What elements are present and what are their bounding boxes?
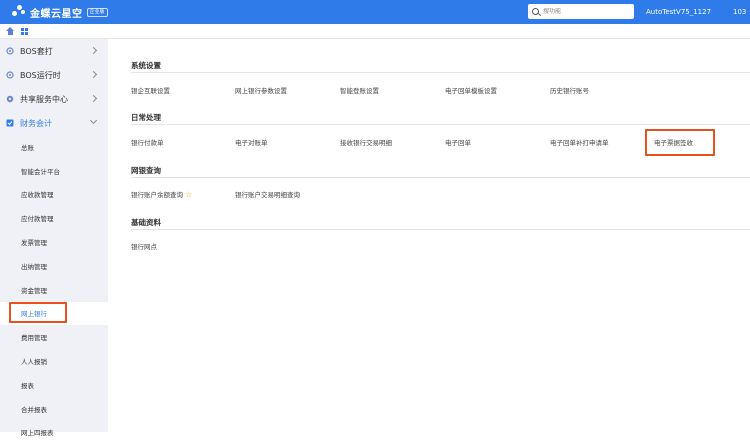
link-account-balance-query[interactable]: 银行账户余额查询 ☆ xyxy=(131,189,192,199)
search-box[interactable] xyxy=(528,4,634,19)
sidebar-item-funds[interactable]: 资金管理 xyxy=(0,278,108,302)
link-electronic-statement[interactable]: 电子对账单 xyxy=(235,137,268,147)
sidebar-item-smart-accounting[interactable]: 智能会计平台 xyxy=(0,159,108,183)
link-label: 银行账户余额查询 xyxy=(131,191,183,199)
highlight-box-e-bill-signing xyxy=(645,129,715,156)
sidebar-item-label: 费用管理 xyxy=(21,334,47,343)
chevron-right-icon xyxy=(89,70,98,79)
sidebar-item-label: 应收款管理 xyxy=(21,191,54,200)
sidebar-group-finance[interactable]: 财务会计 xyxy=(0,111,108,135)
edition-badge: 企业版 xyxy=(86,7,108,17)
sidebar-group-bos-print[interactable]: BOS套打 xyxy=(0,39,108,63)
username[interactable]: AutoTestV75_1127 xyxy=(646,0,711,24)
gear-icon xyxy=(6,71,14,79)
divider xyxy=(131,177,750,178)
chevron-down-icon xyxy=(89,116,98,125)
sidebar-item-reports[interactable]: 报表 xyxy=(0,373,108,397)
section-title-online-query: 网银查询 xyxy=(131,166,161,175)
link-bank-branch[interactable]: 银行网点 xyxy=(131,241,157,251)
sidebar-item-label: 资金管理 xyxy=(21,286,47,295)
chevron-right-icon xyxy=(89,94,98,103)
sidebar-item-label: 应付款管理 xyxy=(21,215,54,224)
home-icon[interactable] xyxy=(6,27,15,35)
link-receipt-reprint-request[interactable]: 电子回单补打申请单 xyxy=(550,137,609,147)
sidebar-group-label: 财务会计 xyxy=(20,118,52,128)
sidebar: BOS套打 BOS运行时 共享服务中心 财务会计 总账 智能会计平台 应收款管理… xyxy=(0,39,108,437)
sidebar-item-receivables[interactable]: 应收款管理 xyxy=(0,183,108,207)
sidebar-item-label: 报表 xyxy=(21,381,34,390)
section-title-basic-data: 基础资料 xyxy=(131,218,161,227)
sidebar-group-bos-runtime[interactable]: BOS运行时 xyxy=(0,63,108,87)
sidebar-item-cashier[interactable]: 出纳管理 xyxy=(0,254,108,278)
link-receive-bank-details[interactable]: 接收银行交易明细 xyxy=(340,137,392,147)
divider xyxy=(131,229,750,230)
sidebar-item-label: 网上四报表 xyxy=(21,429,54,438)
sidebar-item-invoice[interactable]: 发票管理 xyxy=(0,230,108,254)
tab-bar xyxy=(0,24,750,39)
finance-icon xyxy=(6,119,14,127)
link-online-bank-params[interactable]: 网上银行参数设置 xyxy=(235,85,287,95)
sidebar-group-label: BOS套打 xyxy=(20,46,53,56)
link-history-bank-account[interactable]: 历史银行账号 xyxy=(550,85,589,95)
link-electronic-receipt[interactable]: 电子回单 xyxy=(445,137,471,147)
sidebar-group-label: 共享服务中心 xyxy=(20,94,68,104)
link-bank-enterprise-settings[interactable]: 银企互联设置 xyxy=(131,85,170,95)
sidebar-item-label: 总账 xyxy=(21,143,34,152)
sidebar-item-more-reports[interactable]: 网上四报表 xyxy=(0,421,108,444)
divider xyxy=(131,72,750,73)
sidebar-item-payables[interactable]: 应付款管理 xyxy=(0,206,108,230)
share-icon xyxy=(6,95,14,103)
sidebar-item-label: 合并报表 xyxy=(21,405,47,414)
grid-icon[interactable] xyxy=(21,27,28,35)
main-content: 系统设置 银企互联设置 网上银行参数设置 智能登账设置 电子回单模板设置 历史银… xyxy=(108,39,750,432)
logo-text: 金蝶云星空 xyxy=(30,8,83,20)
sidebar-item-general-ledger[interactable]: 总账 xyxy=(0,135,108,159)
link-smart-posting-settings[interactable]: 智能登账设置 xyxy=(340,85,379,95)
sidebar-item-label: 智能会计平台 xyxy=(21,167,60,176)
gear-icon xyxy=(6,47,14,55)
sidebar-item-consolidated-reports[interactable]: 合并报表 xyxy=(0,397,108,421)
sidebar-item-label: 发票管理 xyxy=(21,239,47,248)
sidebar-group-shared-service[interactable]: 共享服务中心 xyxy=(0,87,108,111)
logo[interactable]: 金蝶云星空 企业版 xyxy=(12,5,108,20)
logo-icon xyxy=(12,5,26,19)
sidebar-group-label: BOS运行时 xyxy=(20,70,61,80)
divider xyxy=(131,124,750,125)
chevron-right-icon xyxy=(89,46,98,55)
sidebar-item-label: 出纳管理 xyxy=(21,262,47,271)
org-label[interactable]: 103 xyxy=(733,0,746,24)
star-icon[interactable]: ☆ xyxy=(185,190,192,199)
top-bar: 金蝶云星空 企业版 AutoTestV75_1127 103 xyxy=(0,0,750,24)
sidebar-item-expense[interactable]: 费用管理 xyxy=(0,325,108,349)
link-bank-payment[interactable]: 银行付款单 xyxy=(131,137,164,147)
sidebar-item-reimbursement[interactable]: 人人报销 xyxy=(0,349,108,373)
link-account-transaction-query[interactable]: 银行账户交易明细查询 xyxy=(235,189,300,199)
section-title-daily-processing: 日常处理 xyxy=(131,113,161,122)
sidebar-item-label: 人人报销 xyxy=(21,358,47,367)
highlight-box-online-banking xyxy=(9,302,67,323)
search-input[interactable] xyxy=(543,8,628,15)
search-icon[interactable] xyxy=(532,8,539,15)
section-title-system-settings: 系统设置 xyxy=(131,61,161,70)
link-receipt-template-settings[interactable]: 电子回单模板设置 xyxy=(445,85,497,95)
